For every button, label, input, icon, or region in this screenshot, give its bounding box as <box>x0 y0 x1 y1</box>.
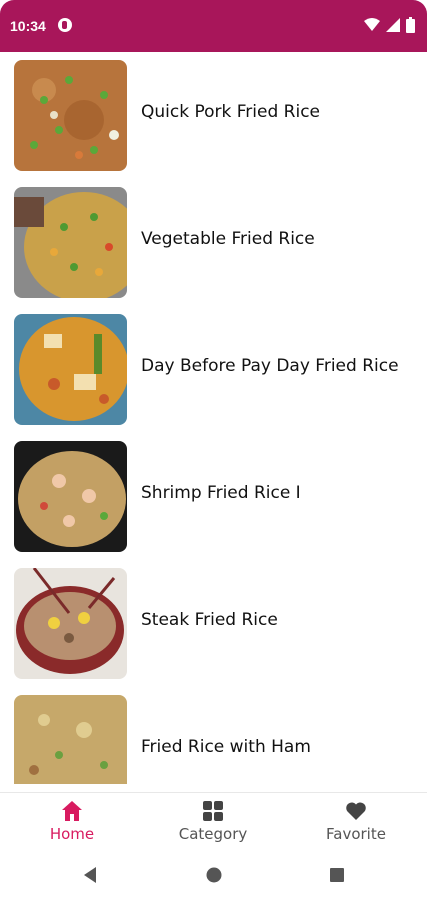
status-bar: 10:34 <box>0 0 427 52</box>
signal-icon <box>386 18 400 32</box>
nav-category-label: Category <box>178 825 248 843</box>
recipe-title: Fried Rice with Ham <box>141 737 311 757</box>
battery-icon <box>406 17 415 33</box>
recipe-title: Quick Pork Fried Rice <box>141 102 321 122</box>
recipe-item[interactable]: Quick Pork Fried Rice <box>0 52 427 179</box>
recipe-title: Day Before Pay Day Fried Rice <box>141 356 399 376</box>
nav-category[interactable]: Category <box>153 799 273 843</box>
wifi-icon <box>364 18 380 31</box>
nav-home-label: Home <box>49 825 95 843</box>
recipe-thumbnail <box>14 441 127 552</box>
nav-favorite[interactable]: Favorite <box>296 799 416 843</box>
recipe-thumbnail <box>14 314 127 425</box>
nav-favorite-label: Favorite <box>326 825 386 843</box>
app-notification-icon <box>58 18 72 32</box>
recipe-thumbnail <box>14 695 127 784</box>
home-button-icon[interactable] <box>206 866 222 884</box>
recipe-title: Shrimp Fried Rice I <box>141 483 301 503</box>
recipe-thumbnail <box>14 187 127 298</box>
recipe-thumbnail <box>14 568 127 679</box>
nav-home[interactable]: Home <box>12 799 132 843</box>
status-time: 10:34 <box>10 18 46 34</box>
recipe-list[interactable]: Quick Pork Fried Rice Vegetable Fried Ri… <box>0 52 427 784</box>
recipe-title: Steak Fried Rice <box>141 610 278 630</box>
bottom-navigation: Home Category Favorite <box>0 792 427 855</box>
recents-icon[interactable] <box>329 866 345 884</box>
grid-icon <box>203 801 223 821</box>
recipe-item[interactable]: Shrimp Fried Rice I <box>0 433 427 560</box>
home-icon <box>62 801 82 821</box>
recipe-item[interactable]: Fried Rice with Ham <box>0 687 427 784</box>
recipe-item[interactable]: Vegetable Fried Rice <box>0 179 427 306</box>
recipe-item[interactable]: Steak Fried Rice <box>0 560 427 687</box>
back-icon[interactable] <box>82 866 98 884</box>
system-navigation-bar <box>0 854 427 900</box>
recipe-title: Vegetable Fried Rice <box>141 229 315 249</box>
status-icons <box>364 16 415 34</box>
heart-icon <box>346 802 366 820</box>
recipe-item[interactable]: Day Before Pay Day Fried Rice <box>0 306 427 433</box>
recipe-thumbnail <box>14 60 127 171</box>
